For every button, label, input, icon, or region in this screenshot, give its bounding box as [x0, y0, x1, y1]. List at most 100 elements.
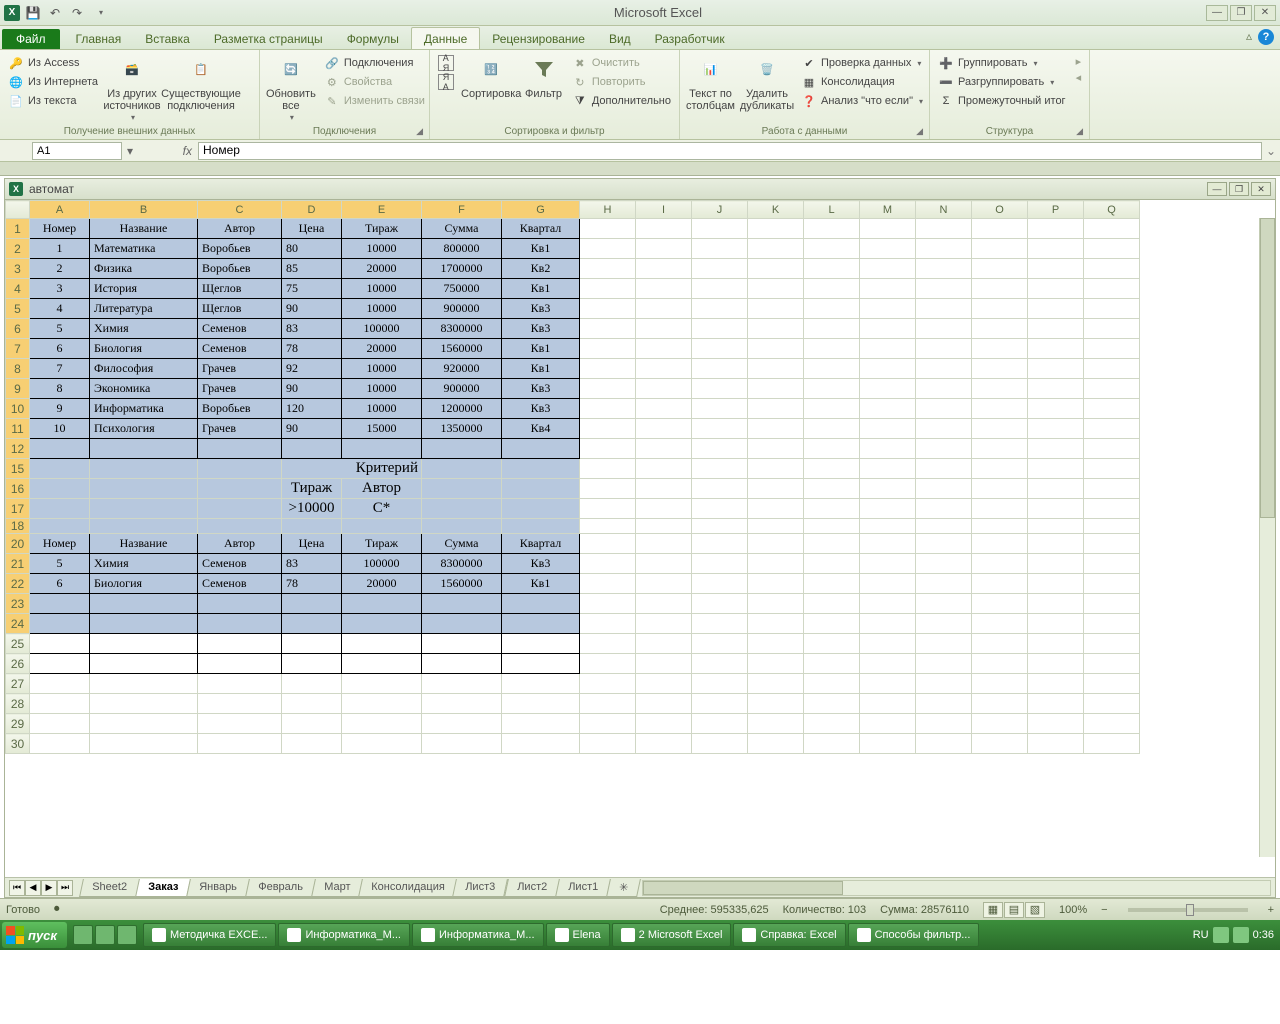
- col-header-L[interactable]: L: [804, 201, 860, 219]
- minimize-button[interactable]: —: [1206, 5, 1228, 21]
- remove-duplicates-button[interactable]: 🗑️Удалить дубликаты: [739, 52, 795, 114]
- consolidate-button[interactable]: ▦Консолидация: [799, 73, 925, 91]
- sort-za-button[interactable]: ЯА: [436, 73, 459, 91]
- filter-button[interactable]: Фильтр: [521, 52, 566, 102]
- edit-links-button[interactable]: ✎Изменить связи: [322, 92, 427, 110]
- row-header-25[interactable]: 25: [6, 634, 30, 654]
- sheet-tab[interactable]: Лист3: [453, 879, 509, 897]
- col-header-C[interactable]: C: [198, 201, 282, 219]
- clear-filter-button[interactable]: ✖Очистить: [570, 54, 673, 72]
- row-header-28[interactable]: 28: [6, 694, 30, 714]
- worksheet-grid[interactable]: ABCDEFGHIJKLMNOPQ1НомерНазваниеАвторЦена…: [4, 200, 1276, 898]
- ql-desktop-icon[interactable]: [117, 925, 137, 945]
- row-header-21[interactable]: 21: [6, 554, 30, 574]
- col-header-F[interactable]: F: [422, 201, 502, 219]
- zoom-in-icon[interactable]: +: [1268, 904, 1274, 916]
- file-tab[interactable]: Файл: [2, 29, 60, 49]
- row-header-20[interactable]: 20: [6, 534, 30, 554]
- row-header-7[interactable]: 7: [6, 339, 30, 359]
- row-header-27[interactable]: 27: [6, 674, 30, 694]
- insert-sheet-icon[interactable]: ✳: [606, 879, 641, 897]
- tab-insert[interactable]: Вставка: [133, 28, 202, 49]
- row-header-29[interactable]: 29: [6, 714, 30, 734]
- col-header-I[interactable]: I: [636, 201, 692, 219]
- refresh-all-button[interactable]: 🔄Обновить все▾: [264, 52, 318, 125]
- what-if-button[interactable]: ❓Анализ "что если"▾: [799, 92, 925, 110]
- col-header-A[interactable]: A: [30, 201, 90, 219]
- row-header-6[interactable]: 6: [6, 319, 30, 339]
- col-header-N[interactable]: N: [916, 201, 972, 219]
- tray-clock[interactable]: 0:36: [1253, 929, 1274, 941]
- view-pagebreak-icon[interactable]: ▧: [1025, 902, 1045, 918]
- tab-formulas[interactable]: Формулы: [335, 28, 411, 49]
- row-header-8[interactable]: 8: [6, 359, 30, 379]
- formula-input[interactable]: Номер: [198, 142, 1262, 160]
- zoom-out-icon[interactable]: −: [1101, 904, 1107, 916]
- row-header-16[interactable]: 16: [6, 479, 30, 499]
- undo-icon[interactable]: ↶: [46, 4, 64, 22]
- sheet-tab[interactable]: Заказ: [135, 879, 191, 897]
- taskbar-item[interactable]: Методичка EXCE...: [143, 923, 276, 947]
- row-header-2[interactable]: 2: [6, 239, 30, 259]
- row-header-5[interactable]: 5: [6, 299, 30, 319]
- wb-minimize-button[interactable]: —: [1207, 182, 1227, 196]
- close-button[interactable]: ✕: [1254, 5, 1276, 21]
- name-box[interactable]: A1: [32, 142, 122, 160]
- col-header-K[interactable]: K: [748, 201, 804, 219]
- col-header-O[interactable]: O: [972, 201, 1028, 219]
- ribbon-minimize-icon[interactable]: ▵: [1246, 29, 1252, 45]
- taskbar-item[interactable]: Elena: [546, 923, 610, 947]
- row-header-15[interactable]: 15: [6, 459, 30, 479]
- tab-view[interactable]: Вид: [597, 28, 643, 49]
- row-header-10[interactable]: 10: [6, 399, 30, 419]
- tab-data[interactable]: Данные: [411, 27, 480, 49]
- col-header-J[interactable]: J: [692, 201, 748, 219]
- sheet-tab[interactable]: Консолидация: [358, 879, 457, 897]
- taskbar-item[interactable]: Способы фильтр...: [848, 923, 980, 947]
- col-header-H[interactable]: H: [580, 201, 636, 219]
- fx-icon[interactable]: fx: [183, 144, 192, 158]
- vertical-scrollbar[interactable]: [1259, 218, 1275, 857]
- reapply-button[interactable]: ↻Повторить: [570, 73, 673, 91]
- zoom-level[interactable]: 100%: [1059, 904, 1087, 916]
- sheet-tab[interactable]: Лист2: [504, 879, 560, 897]
- row-header-17[interactable]: 17: [6, 499, 30, 519]
- sheet-nav-next-icon[interactable]: ▶: [41, 880, 57, 896]
- col-header-D[interactable]: D: [282, 201, 342, 219]
- sheet-tab[interactable]: Лист1: [555, 879, 611, 897]
- view-normal-icon[interactable]: ▦: [983, 902, 1003, 918]
- row-header-26[interactable]: 26: [6, 654, 30, 674]
- row-header-9[interactable]: 9: [6, 379, 30, 399]
- name-box-dropdown-icon[interactable]: ▾: [122, 144, 138, 158]
- advanced-filter-button[interactable]: ⧩Дополнительно: [570, 92, 673, 110]
- qat-customize-icon[interactable]: ▾: [92, 4, 110, 22]
- cell-A1[interactable]: Номер: [30, 219, 90, 239]
- group-button[interactable]: ➕Группировать▾: [936, 54, 1068, 72]
- save-icon[interactable]: 💾: [24, 4, 42, 22]
- from-other-button[interactable]: 🗃️Из других источников▾: [104, 52, 160, 125]
- sheet-tab[interactable]: Март: [311, 879, 363, 897]
- tab-review[interactable]: Рецензирование: [480, 28, 597, 49]
- tab-home[interactable]: Главная: [64, 28, 134, 49]
- taskbar-item[interactable]: Справка: Excel: [733, 923, 845, 947]
- properties-button[interactable]: ⚙Свойства: [322, 73, 427, 91]
- help-icon[interactable]: ?: [1258, 29, 1274, 45]
- horizontal-scrollbar[interactable]: [642, 880, 1271, 896]
- taskbar-item[interactable]: 2 Microsoft Excel: [612, 923, 732, 947]
- row-header-22[interactable]: 22: [6, 574, 30, 594]
- tray-icon[interactable]: [1233, 927, 1249, 943]
- from-web-button[interactable]: 🌐Из Интернета: [6, 73, 100, 91]
- sheet-nav-first-icon[interactable]: ⏮: [9, 880, 25, 896]
- col-header-M[interactable]: M: [860, 201, 916, 219]
- show-detail-icon[interactable]: ▸: [1074, 54, 1084, 69]
- row-header-23[interactable]: 23: [6, 594, 30, 614]
- redo-icon[interactable]: ↷: [68, 4, 86, 22]
- ql-ie-icon[interactable]: [73, 925, 93, 945]
- formula-expand-icon[interactable]: ⌄: [1262, 144, 1280, 158]
- col-header-E[interactable]: E: [342, 201, 422, 219]
- subtotal-button[interactable]: ΣПромежуточный итог: [936, 92, 1068, 110]
- col-header-Q[interactable]: Q: [1084, 201, 1140, 219]
- tab-developer[interactable]: Разработчик: [643, 28, 737, 49]
- taskbar-item[interactable]: Информатика_М...: [278, 923, 410, 947]
- connections-button[interactable]: 🔗Подключения: [322, 54, 427, 72]
